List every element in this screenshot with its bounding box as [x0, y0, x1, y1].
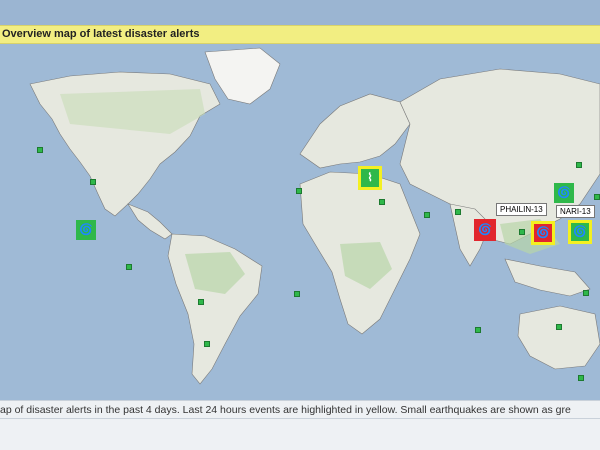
earthquake-dot[interactable]	[379, 199, 385, 205]
footer	[0, 419, 600, 450]
cyclone-icon: 🌀	[79, 223, 93, 236]
alert-marker-cyclone-east-pacific[interactable]: 🌀	[76, 220, 96, 240]
landmass-australia	[517, 305, 600, 370]
alert-label-nari: NARI-13	[556, 205, 595, 218]
earthquake-dot[interactable]	[519, 229, 525, 235]
title-bar: Overview map of latest disaster alerts	[0, 25, 600, 44]
world-map[interactable]: 🌀 ⌇ 🌀 PHAILIN-13 🌀 NARI-13 🌀 🌀	[0, 44, 600, 400]
map-caption-bar: ap of disaster alerts in the past 4 days…	[0, 400, 600, 419]
earthquake-icon: ⌇	[367, 171, 373, 184]
alert-marker-cyclone-west-pacific[interactable]: 🌀	[554, 183, 574, 203]
cyclone-icon: 🌀	[557, 186, 571, 199]
alert-marker-cyclone-phailin[interactable]: 🌀	[474, 219, 496, 241]
cyclone-icon: 🌀	[573, 225, 587, 238]
earthquake-dot[interactable]	[455, 209, 461, 215]
cyclone-icon: 🌀	[536, 226, 550, 239]
earthquake-dot[interactable]	[90, 179, 96, 185]
page-title: Overview map of latest disaster alerts	[2, 28, 200, 40]
earthquake-dot[interactable]	[198, 299, 204, 305]
map-caption: ap of disaster alerts in the past 4 days…	[0, 404, 571, 416]
earthquake-dot[interactable]	[126, 264, 132, 270]
earthquake-dot[interactable]	[583, 290, 589, 296]
landmass-central-america	[127, 203, 173, 240]
earthquake-dot[interactable]	[556, 324, 562, 330]
cyclone-icon: 🌀	[478, 223, 492, 236]
earthquake-dot[interactable]	[294, 291, 300, 297]
landmass-europe	[299, 93, 411, 169]
earthquake-dot[interactable]	[296, 188, 302, 194]
alert-label-phailin: PHAILIN-13	[496, 203, 547, 216]
earthquake-dot[interactable]	[475, 327, 481, 333]
earthquake-dot[interactable]	[578, 375, 584, 381]
earthquake-dot[interactable]	[37, 147, 43, 153]
earthquake-dot[interactable]	[576, 162, 582, 168]
earthquake-dot[interactable]	[594, 194, 600, 200]
alert-marker-cyclone-west-pacific-highlight[interactable]: 🌀	[568, 220, 592, 244]
landmass-greenland	[204, 47, 281, 105]
alert-marker-earthquake-greece[interactable]: ⌇	[358, 166, 382, 190]
earthquake-dot[interactable]	[204, 341, 210, 347]
earthquake-dot[interactable]	[424, 212, 430, 218]
alert-marker-cyclone-nari[interactable]: 🌀	[531, 221, 555, 245]
landmass-southeast-asia	[504, 258, 591, 297]
